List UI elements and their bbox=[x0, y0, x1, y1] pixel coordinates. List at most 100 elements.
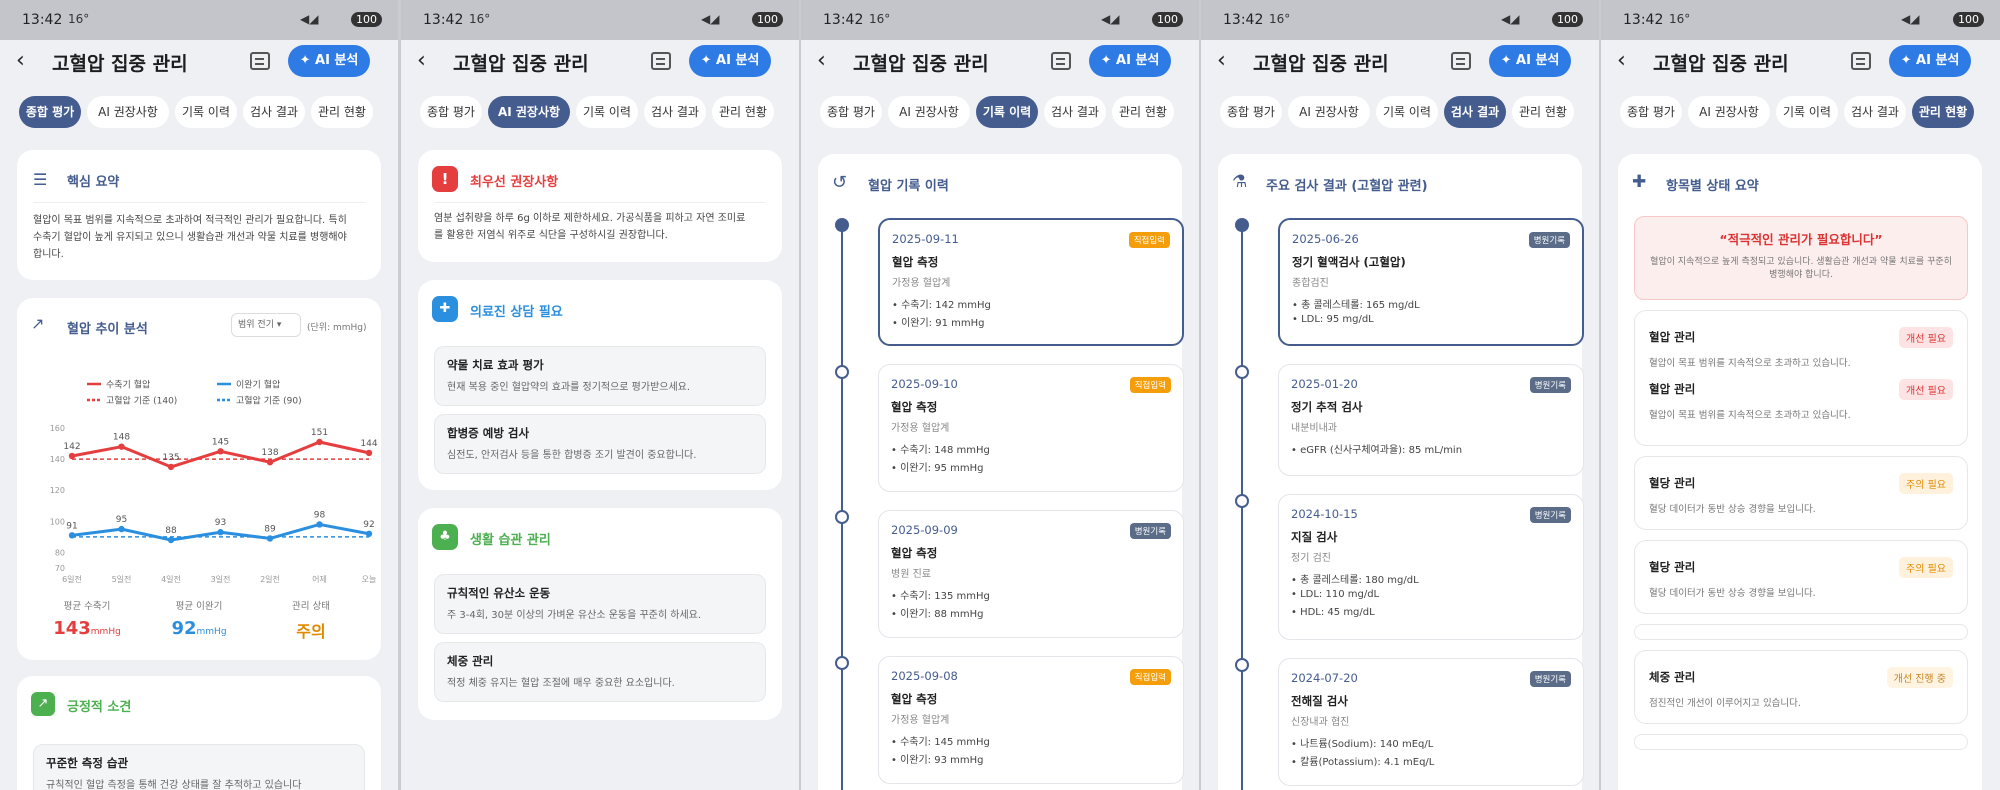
tab-tests[interactable]: 검사 결과 bbox=[1844, 96, 1906, 128]
x-tick-label: 오늘 bbox=[362, 575, 377, 584]
timeline-dot bbox=[1235, 218, 1249, 232]
lifestyle-title: 생활 습관 관리 bbox=[470, 533, 551, 548]
checklist-icon[interactable] bbox=[1051, 52, 1071, 70]
data-point bbox=[217, 448, 224, 455]
status-item[interactable]: 혈당 관리 주의 필요 혈당 데이터가 동반 상승 경향을 보입니다. bbox=[1634, 540, 1968, 614]
back-icon[interactable]: ‹ bbox=[1617, 48, 1626, 73]
lifestyle-card: ♣ 생활 습관 관리 규칙적인 유산소 운동 주 3-4회, 30분 이상의 가… bbox=[418, 508, 782, 720]
data-point bbox=[365, 449, 373, 457]
status-temp: 16° bbox=[469, 12, 491, 26]
status-badge: 개선 필요 bbox=[1899, 327, 1953, 348]
tab-ai-recommend[interactable]: AI 권장사항 bbox=[87, 96, 169, 128]
battery-icon: 100 bbox=[1552, 12, 1583, 27]
checklist-icon[interactable] bbox=[1851, 52, 1871, 70]
checklist-icon[interactable] bbox=[1451, 52, 1471, 70]
app-bar: ‹ 고혈압 집중 관리 ✦ AI 분석 bbox=[0, 40, 398, 84]
y-tick-label: 70 bbox=[55, 564, 65, 573]
tab-ai-recommend[interactable]: AI 권장사항 bbox=[488, 96, 570, 128]
status-item-divider bbox=[1634, 624, 1968, 640]
test-card[interactable]: 2024-10-15 병원기록 지질 검사 정기 검진 • 총 콜레스테롤: 1… bbox=[1278, 494, 1584, 640]
tab-tests[interactable]: 검사 결과 bbox=[644, 96, 706, 128]
tab-tests[interactable]: 검사 결과 bbox=[243, 96, 305, 128]
ai-analysis-button[interactable]: ✦ AI 분석 bbox=[1089, 45, 1171, 77]
tab-overview[interactable]: 종합 평가 bbox=[420, 96, 482, 128]
data-label: 92 bbox=[363, 520, 374, 530]
status-item[interactable]: 혈당 관리 주의 필요 혈당 데이터가 동반 상승 경향을 보입니다. bbox=[1634, 456, 1968, 530]
ai-analysis-button[interactable]: ✦ AI 분석 bbox=[1489, 45, 1571, 77]
data-point bbox=[316, 521, 323, 528]
tab-overview[interactable]: 종합 평가 bbox=[820, 96, 882, 128]
ai-analysis-button[interactable]: ✦ AI 분석 bbox=[1889, 45, 1971, 77]
tab-status[interactable]: 관리 현황 bbox=[1912, 96, 1974, 128]
ai-analysis-label: AI 분석 bbox=[1116, 53, 1160, 68]
ai-analysis-button[interactable]: ✦ AI 분석 bbox=[288, 45, 370, 77]
tab-history[interactable]: 기록 이력 bbox=[1376, 96, 1438, 128]
status-item[interactable]: 혈압 관리 개선 필요 혈압이 목표 범위를 지속적으로 초과하고 있습니다. … bbox=[1634, 310, 1968, 446]
data-label: 88 bbox=[165, 526, 177, 536]
back-icon[interactable]: ‹ bbox=[1217, 48, 1226, 73]
status-item[interactable]: 체중 관리 개선 진행 중 점진적인 개선이 이루어지고 있습니다. bbox=[1634, 650, 1968, 724]
data-point bbox=[118, 443, 125, 450]
tab-history[interactable]: 기록 이력 bbox=[1776, 96, 1838, 128]
data-label: 95 bbox=[116, 515, 127, 525]
tab-tests[interactable]: 검사 결과 bbox=[1444, 96, 1506, 128]
test-card[interactable]: 2024-07-20 병원기록 전해질 검사 신장내과 협진 • 나트륨(Sod… bbox=[1278, 658, 1584, 786]
priority-card: ! 최우선 권장사항 염분 섭취량을 하루 6g 이하로 제한하세요. 가공식품… bbox=[418, 150, 782, 262]
status-bar: 13:42 16° ◀◢ 100 bbox=[1201, 0, 1599, 40]
tab-overview[interactable]: 종합 평가 bbox=[1620, 96, 1682, 128]
record-card[interactable]: 2025-09-11 직접입력 혈압 측정 가정용 혈압계 • 수축기: 142… bbox=[878, 218, 1184, 346]
positive-title: 긍정적 소견 bbox=[67, 700, 132, 715]
record-card[interactable]: 2025-09-08 직접입력 혈압 측정 가정용 혈압계 • 수축기: 145… bbox=[878, 656, 1184, 784]
tab-history[interactable]: 기록 이력 bbox=[976, 96, 1038, 128]
tab-status[interactable]: 관리 현황 bbox=[311, 96, 373, 128]
trend-title: 혈압 추이 분석 bbox=[67, 322, 148, 337]
status-bar: 13:42 16° ◀◢ 100 bbox=[1601, 0, 2000, 40]
tab-ai-recommend[interactable]: AI 권장사항 bbox=[1688, 96, 1770, 128]
y-tick-label: 160 bbox=[50, 424, 65, 433]
legend-label: 이완기 혈압 bbox=[236, 379, 280, 391]
tab-status[interactable]: 관리 현황 bbox=[712, 96, 774, 128]
data-point bbox=[217, 529, 224, 536]
tab-status[interactable]: 관리 현황 bbox=[1112, 96, 1174, 128]
list-icon: ☰ bbox=[33, 170, 48, 189]
ai-analysis-label: AI 분석 bbox=[1516, 53, 1560, 68]
checklist-icon[interactable] bbox=[651, 52, 671, 70]
tab-tests[interactable]: 검사 결과 bbox=[1044, 96, 1106, 128]
source-badge: 직접입력 bbox=[1129, 669, 1171, 685]
record-card[interactable]: 2025-09-09 병원기록 혈압 측정 병원 진료 • 수축기: 135 m… bbox=[878, 510, 1184, 638]
tab-history[interactable]: 기록 이력 bbox=[576, 96, 638, 128]
data-label: 89 bbox=[264, 524, 276, 534]
summary-title: 핵심 요약 bbox=[67, 175, 120, 190]
trend-icon: ↗ bbox=[31, 314, 45, 333]
priority-text: 염분 섭취량을 하루 6g 이하로 제한하세요. 가공식품을 피하고 자연 조미… bbox=[434, 213, 746, 241]
consult-card: ✚ 의료진 상담 필요 약물 치료 효과 평가 현재 복용 중인 혈압약의 효과… bbox=[418, 280, 782, 490]
tab-ai-recommend[interactable]: AI 권장사항 bbox=[888, 96, 970, 128]
signal-icon: ◀◢ bbox=[300, 12, 319, 26]
tab-history[interactable]: 기록 이력 bbox=[175, 96, 237, 128]
data-point bbox=[118, 525, 125, 533]
test-card[interactable]: 2025-01-20 병원기록 정기 추적 검사 내분비내과 • eGFR (신… bbox=[1278, 364, 1584, 476]
back-icon[interactable]: ‹ bbox=[417, 48, 426, 73]
checklist-icon[interactable] bbox=[250, 52, 270, 70]
ai-analysis-button[interactable]: ✦ AI 분석 bbox=[689, 45, 771, 77]
status-time: 13:42 bbox=[423, 12, 464, 28]
tab-ai-recommend[interactable]: AI 권장사항 bbox=[1288, 96, 1370, 128]
tab-overview[interactable]: 종합 평가 bbox=[19, 96, 81, 128]
summary-card: ☰ 핵심 요약 혈압이 목표 범위를 지속적으로 초과하여 적극적인 관리가 필… bbox=[17, 150, 381, 280]
consult-item: 합병증 예방 검사 심전도, 안저검사 등을 통한 합병증 조기 발견이 중요합… bbox=[434, 414, 766, 474]
tab-status[interactable]: 관리 현황 bbox=[1512, 96, 1574, 128]
test-card[interactable]: 2025-06-26 병원기록 정기 혈액검사 (고혈압) 종합검진 • 총 콜… bbox=[1278, 218, 1584, 346]
x-tick-label: 3일전 bbox=[211, 574, 231, 584]
range-select[interactable]: 범위 전기 ▾ bbox=[231, 313, 301, 337]
status-summary-title: 항목별 상태 요약 bbox=[1666, 179, 1759, 194]
timeline-dot bbox=[835, 510, 849, 524]
summary-text: 혈압이 목표 범위를 지속적으로 초과하여 적극적인 관리가 필요합니다. 특히… bbox=[33, 215, 347, 260]
status-badge: 개선 진행 중 bbox=[1886, 667, 1953, 688]
tab-bar: 종합 평가 AI 권장사항 기록 이력 검사 결과 관리 현황 bbox=[401, 96, 799, 130]
record-card[interactable]: 2025-09-10 직접입력 혈압 측정 가정용 혈압계 • 수축기: 148… bbox=[878, 364, 1184, 492]
status-temp: 16° bbox=[869, 12, 891, 26]
back-icon[interactable]: ‹ bbox=[817, 48, 826, 73]
x-tick-label: 어제 bbox=[312, 574, 327, 584]
tab-overview[interactable]: 종합 평가 bbox=[1220, 96, 1282, 128]
back-icon[interactable]: ‹ bbox=[16, 48, 25, 73]
